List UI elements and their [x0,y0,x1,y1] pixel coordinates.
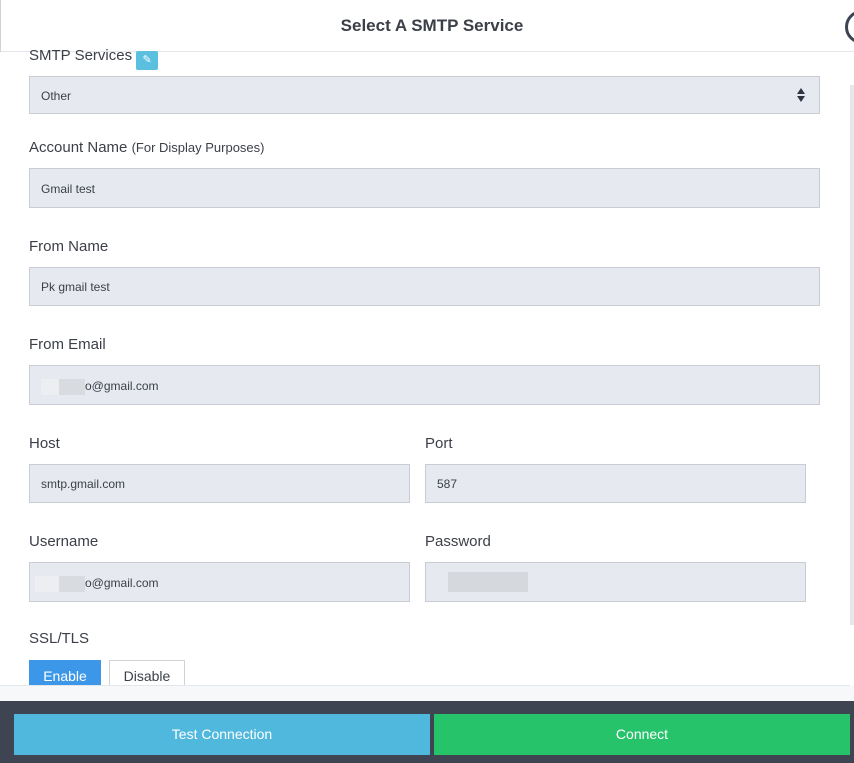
redacted-block [41,378,59,395]
content-divider [0,685,850,686]
account-name-input[interactable]: Gmail test [29,168,820,208]
port-label: Port [425,435,453,452]
redacted-block [448,572,528,592]
test-connection-button[interactable]: Test Connection [14,714,430,755]
host-value: smtp.gmail.com [41,477,126,491]
from-email-value: o@gmail.com [85,379,159,393]
account-name-hint: (For Display Purposes) [131,140,265,155]
account-name-label: Account Name (For Display Purposes) [29,139,265,156]
modal-footer: Test Connection Connect [0,701,854,763]
content-bottom-strip [0,686,854,701]
account-name-label-text: Account Name [29,139,128,156]
modal-title: Select A SMTP Service [340,16,524,35]
select-arrows-icon [797,88,805,102]
port-input[interactable]: 587 [425,464,806,503]
host-input[interactable]: smtp.gmail.com [29,464,410,503]
smtp-service-select[interactable]: Other [29,76,820,114]
ssl-tls-label: SSL/TLS [29,630,90,647]
username-label: Username [29,533,99,550]
password-label: Password [425,533,491,550]
port-value: 587 [437,477,458,491]
from-name-value: Pk gmail test [41,280,110,294]
password-input[interactable] [425,562,806,602]
smtp-services-label-text: SMTP Services [29,47,133,64]
host-label: Host [29,435,60,452]
doc-icon[interactable]: ✎ [136,51,159,70]
redacted-block [59,575,85,592]
username-value: o@gmail.com [85,576,159,590]
smtp-service-selected: Other [41,89,72,103]
from-name-input[interactable]: Pk gmail test [29,267,820,306]
redacted-block [59,378,85,395]
smtp-modal: Select A SMTP Service SMTP Services ✎ Oth… [0,0,854,763]
account-name-value: Gmail test [41,182,96,196]
username-input[interactable]: o@gmail.com [29,562,410,602]
connect-button[interactable]: Connect [434,714,850,755]
from-email-label: From Email [29,336,106,353]
from-email-input[interactable]: o@gmail.com [29,365,820,405]
smtp-services-label: SMTP Services ✎ [29,47,159,70]
modal-header: Select A SMTP Service [0,0,854,52]
scrollbar[interactable] [850,85,854,625]
redacted-block [35,575,59,592]
from-name-label: From Name [29,238,109,255]
